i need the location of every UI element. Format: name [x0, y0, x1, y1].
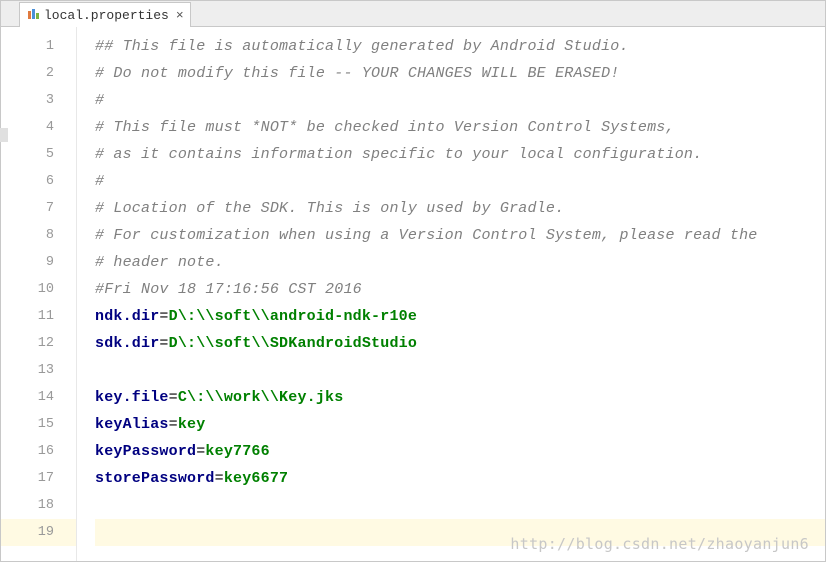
line-number: 13: [1, 357, 76, 384]
line-number: 7: [1, 195, 76, 222]
code-line[interactable]: ## This file is automatically generated …: [95, 33, 825, 60]
editor[interactable]: 12345678910111213141516171819 ## This fi…: [1, 27, 825, 561]
code-line[interactable]: [95, 357, 825, 384]
code-line[interactable]: # header note.: [95, 249, 825, 276]
code-line[interactable]: ndk.dir=D\:\\soft\\android-ndk-r10e: [95, 303, 825, 330]
tab-filename: local.properties: [44, 8, 169, 23]
code-line[interactable]: #: [95, 168, 825, 195]
line-number: 18: [1, 492, 76, 519]
property-key: storePassword: [95, 470, 215, 487]
line-number: 1: [1, 33, 76, 60]
code-line[interactable]: # Do not modify this file -- YOUR CHANGE…: [95, 60, 825, 87]
property-value: key6677: [224, 470, 288, 487]
line-number: 19: [1, 519, 76, 546]
property-value: key7766: [205, 443, 269, 460]
tab-local-properties[interactable]: local.properties ×: [19, 2, 191, 27]
line-number: 15: [1, 411, 76, 438]
line-number: 9: [1, 249, 76, 276]
code-line[interactable]: [95, 519, 825, 546]
line-number: 8: [1, 222, 76, 249]
line-number: 3: [1, 87, 76, 114]
equals-sign: =: [169, 389, 178, 406]
line-number: 16: [1, 438, 76, 465]
line-number: 10: [1, 276, 76, 303]
line-number: 5: [1, 141, 76, 168]
line-number: 6: [1, 168, 76, 195]
line-number: 17: [1, 465, 76, 492]
comment-text: ## This file is automatically generated …: [95, 38, 629, 55]
code-line[interactable]: key.file=C\:\\work\\Key.jks: [95, 384, 825, 411]
code-line[interactable]: #: [95, 87, 825, 114]
property-value: C\:\\work\\Key.jks: [178, 389, 344, 406]
equals-sign: =: [159, 308, 168, 325]
property-value: D\:\\soft\\android-ndk-r10e: [169, 308, 417, 325]
comment-text: # For customization when using a Version…: [95, 227, 758, 244]
code-line[interactable]: storePassword=key6677: [95, 465, 825, 492]
code-line[interactable]: # as it contains information specific to…: [95, 141, 825, 168]
tab-bar: local.properties ×: [1, 1, 825, 27]
code-line[interactable]: # Location of the SDK. This is only used…: [95, 195, 825, 222]
properties-file-icon: [26, 8, 40, 22]
code-area[interactable]: ## This file is automatically generated …: [77, 27, 825, 561]
comment-text: # Do not modify this file -- YOUR CHANGE…: [95, 65, 619, 82]
equals-sign: =: [159, 335, 168, 352]
line-number: 12: [1, 330, 76, 357]
property-key: ndk.dir: [95, 308, 159, 325]
code-line[interactable]: # This file must *NOT* be checked into V…: [95, 114, 825, 141]
comment-text: # Location of the SDK. This is only used…: [95, 200, 564, 217]
comment-text: # This file must *NOT* be checked into V…: [95, 119, 675, 136]
close-icon[interactable]: ×: [176, 8, 184, 23]
property-key: keyAlias: [95, 416, 169, 433]
code-line[interactable]: #Fri Nov 18 17:16:56 CST 2016: [95, 276, 825, 303]
code-line[interactable]: sdk.dir=D\:\\soft\\SDKandroidStudio: [95, 330, 825, 357]
property-key: sdk.dir: [95, 335, 159, 352]
code-line[interactable]: [95, 492, 825, 519]
property-key: keyPassword: [95, 443, 196, 460]
comment-text: #: [95, 92, 104, 109]
comment-text: #Fri Nov 18 17:16:56 CST 2016: [95, 281, 362, 298]
code-line[interactable]: keyAlias=key: [95, 411, 825, 438]
property-value: D\:\\soft\\SDKandroidStudio: [169, 335, 417, 352]
property-value: key: [178, 416, 206, 433]
line-number: 11: [1, 303, 76, 330]
gutter: 12345678910111213141516171819: [1, 27, 77, 561]
comment-text: #: [95, 173, 104, 190]
line-number: 4: [1, 114, 76, 141]
code-line[interactable]: # For customization when using a Version…: [95, 222, 825, 249]
fold-marker: [0, 128, 8, 142]
line-number: 14: [1, 384, 76, 411]
comment-text: # header note.: [95, 254, 224, 271]
property-key: key.file: [95, 389, 169, 406]
equals-sign: =: [215, 470, 224, 487]
equals-sign: =: [169, 416, 178, 433]
line-number: 2: [1, 60, 76, 87]
comment-text: # as it contains information specific to…: [95, 146, 702, 163]
code-line[interactable]: keyPassword=key7766: [95, 438, 825, 465]
